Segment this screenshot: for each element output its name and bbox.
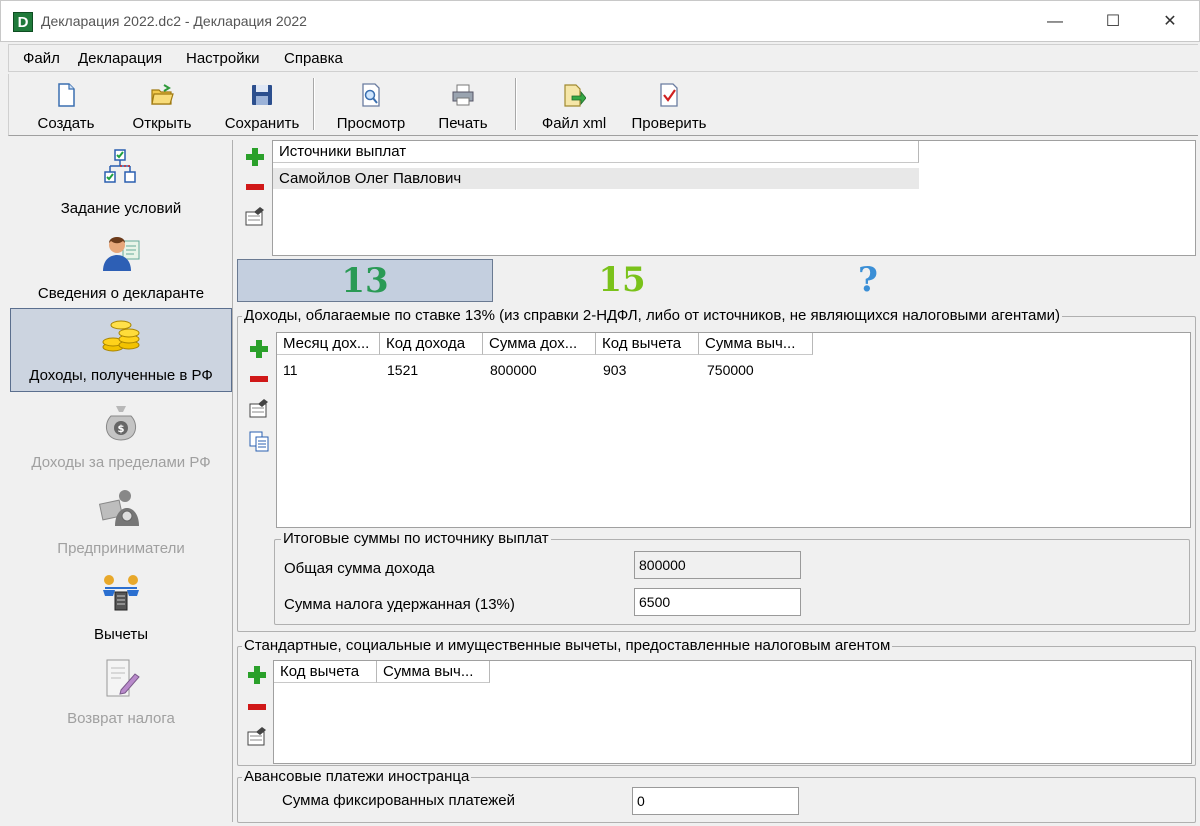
save-button[interactable]: Сохранить bbox=[215, 74, 309, 134]
tax-withheld-label: Сумма налога удержанная (13%) bbox=[284, 596, 515, 613]
menu-file[interactable]: Файл bbox=[23, 50, 60, 67]
edit-deduction-icon[interactable] bbox=[246, 726, 268, 748]
print-button[interactable]: Печать bbox=[423, 74, 503, 134]
income-grid: Месяц дох... Код дохода Сумма дох... Код… bbox=[276, 332, 1191, 528]
nav-item-deductions[interactable]: Вычеты bbox=[10, 568, 232, 652]
remove-deduction-icon[interactable] bbox=[246, 696, 268, 718]
col-month[interactable]: Месяц дох... bbox=[277, 333, 380, 355]
coins-icon bbox=[102, 320, 140, 352]
tab-rate-other[interactable]: ? bbox=[740, 259, 996, 302]
printer-icon bbox=[452, 84, 474, 106]
copy-income-icon[interactable] bbox=[248, 430, 270, 452]
total-income-field: 800000 bbox=[634, 551, 801, 579]
tab-rate-15[interactable]: 15 bbox=[494, 259, 750, 302]
fixed-payments-field[interactable]: 0 bbox=[632, 787, 799, 815]
nav-item-conditions[interactable]: Задание условий bbox=[10, 142, 232, 226]
total-income-label: Общая сумма дохода bbox=[284, 560, 435, 577]
tab-rate-13[interactable]: 13 bbox=[237, 259, 493, 302]
person-icon bbox=[103, 237, 140, 271]
document-pen-icon bbox=[106, 659, 140, 697]
preview-button[interactable]: Просмотр bbox=[323, 74, 419, 134]
edit-income-icon[interactable] bbox=[248, 398, 270, 420]
agent-deductions-legend: Стандартные, социальные и имущественные … bbox=[242, 637, 893, 654]
window-title: Декларация 2022.dc2 - Декларация 2022 bbox=[41, 13, 307, 29]
minimize-button[interactable]: — bbox=[1043, 10, 1067, 34]
menu-bar: Файл Декларация Настройки Справка bbox=[8, 44, 1198, 72]
totals-legend: Итоговые суммы по источнику выплат bbox=[281, 530, 551, 547]
nav-item-income-abroad: $ Доходы за пределами РФ bbox=[10, 396, 232, 480]
close-button[interactable]: ✕ bbox=[1158, 10, 1182, 34]
cell-income-sum: 800000 bbox=[490, 362, 537, 378]
remove-income-icon[interactable] bbox=[248, 368, 270, 390]
advance-payments-legend: Авансовые платежи иностранца bbox=[242, 768, 472, 785]
left-navigation: Задание условий Сведения о декларанте До… bbox=[8, 140, 233, 822]
maximize-button[interactable]: ☐ bbox=[1101, 10, 1125, 34]
menu-declaration[interactable]: Декларация bbox=[78, 50, 162, 67]
floppy-disk-icon bbox=[252, 85, 272, 105]
conditions-icon bbox=[104, 149, 136, 183]
open-button[interactable]: Открыть bbox=[117, 74, 207, 134]
col-deduction-code[interactable]: Код вычета bbox=[274, 661, 377, 683]
edit-source-icon[interactable] bbox=[244, 206, 266, 228]
scales-icon bbox=[103, 575, 139, 611]
svg-text:$: $ bbox=[118, 424, 125, 435]
money-bag-icon: $ bbox=[105, 406, 137, 441]
col-deduction-code[interactable]: Код вычета bbox=[596, 333, 699, 355]
col-income-code[interactable]: Код дохода bbox=[380, 333, 483, 355]
new-file-icon bbox=[58, 83, 75, 107]
cell-deduction-sum: 750000 bbox=[707, 362, 754, 378]
cell-deduction-code: 903 bbox=[603, 362, 627, 378]
check-button[interactable]: Проверить bbox=[621, 74, 717, 134]
income-13-legend: Доходы, облагаемые по ставке 13% (из спр… bbox=[242, 307, 1063, 324]
menu-settings[interactable]: Настройки bbox=[186, 50, 260, 67]
table-row[interactable]: Самойлов Олег Павлович bbox=[273, 168, 919, 189]
deductions-actions bbox=[242, 662, 272, 762]
income-actions bbox=[244, 334, 274, 464]
create-button[interactable]: Создать bbox=[23, 74, 109, 134]
menu-help[interactable]: Справка bbox=[284, 50, 343, 67]
add-income-icon[interactable] bbox=[248, 338, 270, 360]
sources-grid: Источники выплат Самойлов Олег Павлович bbox=[272, 140, 1196, 256]
open-folder-icon bbox=[151, 84, 174, 105]
entrepreneur-icon bbox=[99, 490, 139, 526]
deductions-grid: Код вычета Сумма выч... bbox=[273, 660, 1192, 764]
nav-item-declarant[interactable]: Сведения о декларанте bbox=[10, 227, 232, 311]
toolbar-separator bbox=[515, 78, 517, 130]
sources-actions bbox=[240, 142, 270, 254]
fixed-payments-label: Сумма фиксированных платежей bbox=[282, 792, 515, 809]
remove-source-icon[interactable] bbox=[244, 176, 266, 198]
sources-column-header[interactable]: Источники выплат bbox=[273, 141, 919, 163]
nav-item-tax-refund: Возврат налога bbox=[10, 652, 232, 736]
nav-item-income-rf[interactable]: Доходы, полученные в РФ bbox=[10, 308, 232, 392]
export-xml-icon bbox=[564, 84, 586, 107]
cell-month: 11 bbox=[283, 362, 298, 378]
tax-withheld-field[interactable]: 6500 bbox=[634, 588, 801, 616]
toolbar-separator bbox=[313, 78, 315, 130]
nav-item-entrepreneurs: Предприниматели bbox=[10, 482, 232, 566]
cell-income-code: 1521 bbox=[387, 362, 419, 378]
col-income-sum[interactable]: Сумма дох... bbox=[483, 333, 596, 355]
toolbar: Создать Открыть Сохранить Просмотр Печат… bbox=[8, 74, 1198, 136]
add-source-icon[interactable] bbox=[244, 146, 266, 168]
export-xml-button[interactable]: Файл xml bbox=[533, 74, 615, 134]
col-deduction-sum[interactable]: Сумма выч... bbox=[377, 661, 490, 683]
col-deduction-sum[interactable]: Сумма выч... bbox=[699, 333, 813, 355]
table-row[interactable]: 11 1521 800000 903 750000 bbox=[277, 359, 817, 379]
preview-icon bbox=[362, 83, 380, 107]
add-deduction-icon[interactable] bbox=[246, 664, 268, 686]
title-bar: D Декларация 2022.dc2 - Декларация 2022 … bbox=[0, 0, 1200, 42]
check-document-icon bbox=[660, 83, 678, 107]
source-name: Самойлов Олег Павлович bbox=[279, 170, 462, 187]
app-icon: D bbox=[13, 12, 33, 32]
